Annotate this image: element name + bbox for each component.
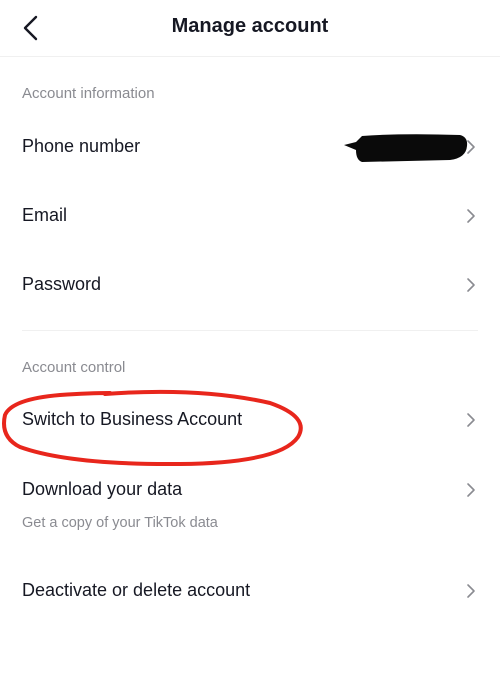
section-divider — [22, 330, 478, 331]
row-label: Password — [22, 274, 102, 294]
chevron-right-icon — [467, 278, 475, 292]
row-label: Download your data — [22, 479, 183, 499]
row-label: Switch to Business Account — [22, 409, 243, 429]
redacted-phone-value — [344, 134, 468, 162]
row-subtitle: Get a copy of your TikTok data — [22, 515, 218, 531]
row-label: Email — [22, 205, 68, 225]
page-title: Manage account — [171, 15, 329, 37]
row-label: Phone number — [22, 136, 141, 156]
row-deactivate-or-delete-account[interactable]: Deactivate or delete account — [0, 561, 500, 621]
row-download-your-data[interactable]: Download your data — [0, 460, 500, 520]
chevron-right-icon — [467, 584, 475, 598]
row-switch-to-business-account[interactable]: Switch to Business Account — [0, 390, 500, 450]
header: Manage account — [0, 0, 500, 57]
chevron-right-icon — [467, 483, 475, 497]
row-label: Deactivate or delete account — [22, 580, 251, 600]
section-label-account-information: Account information — [22, 85, 155, 102]
section-label-account-control: Account control — [22, 359, 126, 376]
row-password[interactable]: Password — [0, 255, 500, 315]
chevron-right-icon — [467, 209, 475, 223]
row-email[interactable]: Email — [0, 186, 500, 246]
chevron-right-icon — [467, 413, 475, 427]
